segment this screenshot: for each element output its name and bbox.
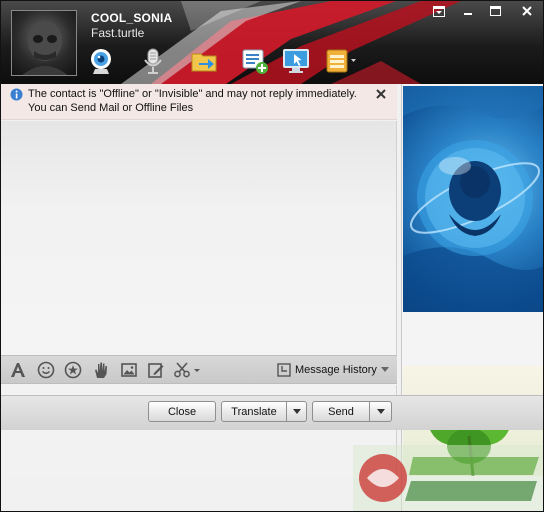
translate-options-button[interactable] bbox=[287, 401, 307, 422]
action-bar: Close Translate Send bbox=[1, 395, 543, 430]
send-options-button[interactable] bbox=[370, 401, 392, 422]
maximize-icon[interactable] bbox=[487, 4, 503, 18]
avatar-image bbox=[22, 21, 68, 75]
chevron-down-icon bbox=[380, 367, 389, 372]
message-display-area[interactable] bbox=[1, 121, 397, 355]
translate-button[interactable]: Translate bbox=[221, 401, 287, 422]
close-button[interactable]: Close bbox=[148, 401, 216, 422]
contact-nickname: COOL_SONIA bbox=[91, 11, 173, 25]
chevron-down-icon bbox=[376, 408, 385, 414]
webcam-icon[interactable] bbox=[87, 47, 115, 75]
microphone-icon[interactable] bbox=[139, 47, 167, 75]
menu-icon[interactable] bbox=[431, 4, 447, 18]
close-button-label: Close bbox=[167, 405, 197, 418]
notice-text: The contact is "Offline" or "Invisible" … bbox=[28, 87, 357, 115]
message-history-button[interactable]: Message History bbox=[277, 362, 389, 378]
input-toolbar: Message History bbox=[1, 355, 397, 384]
contact-signature[interactable]: Fast.turtle bbox=[91, 26, 144, 40]
image-icon[interactable] bbox=[120, 361, 138, 379]
chevron-down-icon bbox=[292, 408, 301, 414]
magic-emoticon-icon[interactable] bbox=[64, 361, 82, 379]
translate-button-label: Translate bbox=[231, 405, 277, 418]
scribble-icon[interactable] bbox=[147, 361, 165, 379]
offline-notice: The contact is "Offline" or "Invisible" … bbox=[1, 84, 397, 120]
chat-window: COOL_SONIA Fast.turtle The contact is "O… bbox=[0, 0, 544, 512]
notice-line-1: The contact is "Offline" or "Invisible" … bbox=[28, 88, 357, 100]
remote-desktop-icon[interactable] bbox=[282, 47, 310, 75]
message-history-label: Message History bbox=[295, 364, 377, 376]
close-icon[interactable] bbox=[519, 4, 535, 18]
send-button[interactable]: Send bbox=[312, 401, 370, 422]
history-icon bbox=[277, 363, 291, 377]
side-advertisement-top[interactable] bbox=[403, 86, 543, 312]
font-icon[interactable] bbox=[9, 361, 27, 379]
send-button-label: Send bbox=[328, 405, 354, 418]
screenshot-icon[interactable] bbox=[173, 361, 203, 379]
nudge-icon[interactable] bbox=[92, 361, 110, 379]
notice-close-icon[interactable] bbox=[375, 88, 387, 100]
chat-header: COOL_SONIA Fast.turtle bbox=[1, 1, 543, 84]
message-list-icon[interactable] bbox=[241, 47, 269, 75]
emoticon-icon[interactable] bbox=[37, 361, 55, 379]
file-transfer-icon[interactable] bbox=[190, 47, 218, 75]
qq-globe-logo bbox=[403, 86, 543, 312]
contact-avatar[interactable] bbox=[11, 10, 77, 76]
site-watermark-logo bbox=[353, 445, 543, 511]
info-icon bbox=[10, 88, 23, 101]
apps-icon[interactable] bbox=[325, 47, 356, 75]
notice-line-2: You can Send Mail or Offline Files bbox=[28, 102, 194, 114]
minimize-icon[interactable] bbox=[460, 4, 476, 18]
chat-main: The contact is "Offline" or "Invisible" … bbox=[1, 84, 401, 511]
